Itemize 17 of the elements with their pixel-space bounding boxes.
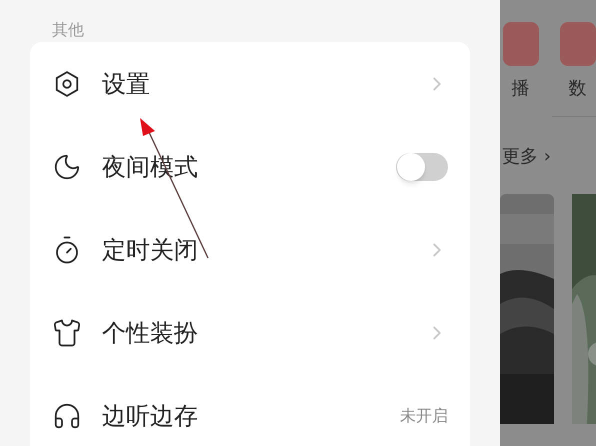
item-value: 未开启 <box>400 404 448 426</box>
shortcut-label: 播 <box>512 80 530 98</box>
menu-item-label: 个性装扮 <box>102 318 199 348</box>
section-title: 其他 <box>51 19 85 41</box>
app-shortcut-icon[interactable] <box>502 22 538 66</box>
menu-item[interactable]: 设置 <box>52 42 448 125</box>
shirt-icon <box>52 318 82 348</box>
shortcut-label: 数 <box>568 80 586 98</box>
menu-item[interactable]: 定时关闭 <box>52 208 448 291</box>
menu-item-label: 设置 <box>102 68 151 100</box>
menu-item-label: 定时关闭 <box>102 234 199 266</box>
more-link[interactable]: 更多 › <box>502 143 596 170</box>
app-shortcut-icon[interactable] <box>560 22 596 66</box>
toggle-switch[interactable] <box>396 152 448 180</box>
menu-item[interactable]: 边听边存 未开启 <box>52 374 448 446</box>
menu-item-label: 边听边存 <box>102 400 199 432</box>
menu-item[interactable]: 个性装扮 <box>52 291 448 374</box>
